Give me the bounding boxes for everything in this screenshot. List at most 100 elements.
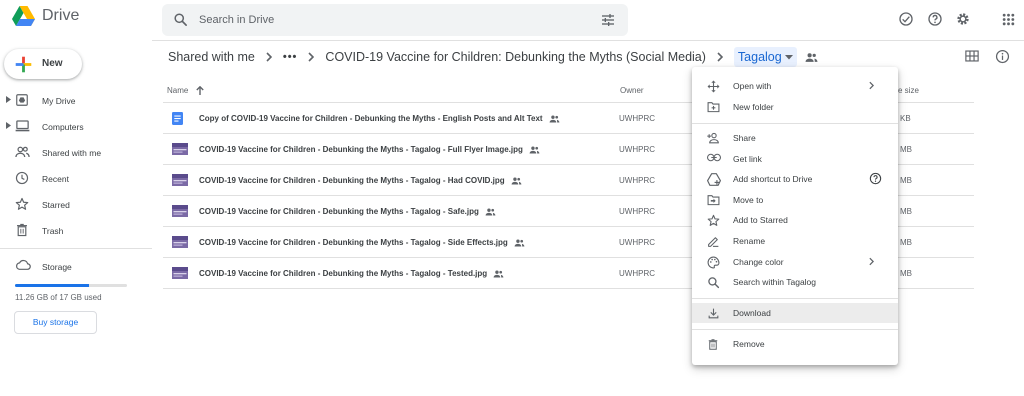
column-header-owner[interactable]: Owner [620, 86, 644, 95]
help-icon[interactable] [927, 11, 943, 27]
menu-item-label: Move to [733, 195, 764, 205]
chevron-right-icon [308, 52, 315, 62]
file-name-text: COVID-19 Vaccine for Children - Debunkin… [199, 176, 505, 185]
sidebar-divider [0, 248, 152, 249]
search-icon[interactable] [173, 12, 188, 27]
cloud-icon [15, 259, 31, 271]
pencil-icon [707, 235, 720, 248]
grid-view-icon[interactable] [965, 50, 979, 62]
breadcrumb-parent-folder[interactable]: COVID-19 Vaccine for Children: Debunking… [325, 50, 706, 64]
shared-icon [485, 208, 496, 216]
breadcrumb-current-folder[interactable]: Tagalog [733, 47, 797, 67]
settings-gear-icon[interactable] [955, 11, 971, 27]
shared-icon [514, 239, 525, 247]
menu-item-move-to[interactable]: Move to [692, 190, 898, 210]
column-header-name-label: Name [167, 86, 189, 95]
drive-logo[interactable]: Drive [12, 6, 79, 26]
buy-storage-button[interactable]: Buy storage [14, 311, 97, 334]
new-button-label: New [42, 58, 63, 69]
shared-icon [529, 146, 540, 154]
caret-right-icon[interactable] [6, 96, 11, 103]
menu-item-change-color[interactable]: Change color [692, 252, 898, 272]
chevron-right-icon [717, 52, 723, 62]
file-name-text: COVID-19 Vaccine for Children - Debunkin… [199, 238, 508, 247]
menu-item-search-within-tagalog[interactable]: Search within Tagalog [692, 272, 898, 292]
menu-divider [692, 329, 898, 330]
new-button[interactable]: New [4, 49, 82, 79]
caret-down-icon [784, 54, 793, 60]
new-folder-icon [707, 101, 720, 113]
menu-item-rename[interactable]: Rename [692, 231, 898, 251]
sidebar-item-label: Computers [42, 122, 84, 132]
menu-item-label: Download [733, 308, 771, 318]
offline-check-icon[interactable] [898, 11, 914, 27]
sidebar-item-shared-with-me[interactable]: Shared with me [0, 140, 150, 164]
current-folder-name: Tagalog [737, 50, 782, 64]
menu-item-label: Change color [733, 257, 784, 267]
menu-item-open-with[interactable]: Open with [692, 76, 898, 96]
file-owner: UWHPRC [619, 114, 655, 123]
file-owner: UWHPRC [619, 207, 655, 216]
sidebar-item-label: Recent [42, 174, 69, 184]
search-options-icon[interactable] [600, 12, 616, 28]
image-file-icon [172, 267, 188, 279]
info-icon[interactable] [995, 49, 1010, 64]
column-header-name[interactable]: Name [167, 86, 205, 95]
menu-item-label: Remove [733, 339, 765, 349]
chevron-right-icon [266, 52, 272, 62]
menu-item-label: Share [733, 133, 756, 143]
menu-item-download[interactable]: Download [692, 303, 898, 323]
storage-label[interactable]: Storage [42, 262, 72, 272]
sort-arrow-up-icon[interactable] [196, 86, 205, 95]
sidebar-item-recent[interactable]: Recent [0, 166, 150, 190]
menu-item-add-to-starred[interactable]: Add to Starred [692, 210, 898, 230]
column-header-size[interactable]: e size [898, 86, 919, 95]
image-file-icon [172, 205, 188, 217]
apps-grid-icon[interactable] [1002, 13, 1015, 26]
share-person-add-icon [707, 132, 721, 144]
sidebar-item-trash[interactable]: Trash [0, 218, 150, 242]
search-icon [707, 276, 720, 289]
people-icon [15, 145, 30, 159]
sidebar-item-starred[interactable]: Starred [0, 192, 150, 216]
image-file-icon [172, 143, 188, 155]
chevron-right-icon [869, 81, 874, 90]
menu-item-label: Get link [733, 154, 762, 164]
breadcrumb: Shared with me ••• COVID-19 Vaccine for … [168, 46, 818, 68]
file-size: MB [900, 207, 912, 216]
context-menu: Open with New folder Share Get link Add shor… [692, 67, 898, 365]
breadcrumb-shared-with-me[interactable]: Shared with me [168, 50, 255, 64]
file-name: COVID-19 Vaccine for Children - Debunkin… [199, 269, 504, 278]
menu-item-label: Open with [733, 81, 772, 91]
file-owner: UWHPRC [619, 238, 655, 247]
file-name: COVID-19 Vaccine for Children - Debunkin… [199, 145, 540, 154]
breadcrumb-more[interactable]: ••• [283, 51, 298, 63]
top-bar: Drive Search in Drive [0, 0, 1024, 40]
menu-item-new-folder[interactable]: New folder [692, 97, 898, 117]
sidebar-item-label: My Drive [42, 96, 76, 106]
trash-icon [15, 223, 29, 237]
help-icon[interactable] [869, 172, 882, 185]
sidebar-item-label: Starred [42, 200, 70, 210]
menu-item-label: Search within Tagalog [733, 277, 817, 287]
file-name-text: COVID-19 Vaccine for Children - Debunkin… [199, 269, 488, 278]
menu-item-add-shortcut-to-drive[interactable]: Add shortcut to Drive [692, 169, 898, 189]
image-file-icon [172, 174, 188, 186]
menu-item-get-link[interactable]: Get link [692, 149, 898, 169]
header-divider [152, 40, 1024, 41]
sidebar-item-my-drive[interactable]: My Drive [0, 88, 150, 112]
search-input[interactable]: Search in Drive [199, 14, 274, 26]
caret-right-icon[interactable] [6, 122, 11, 129]
move-to-icon [707, 194, 720, 206]
menu-item-remove[interactable]: Remove [692, 334, 898, 354]
file-name: COVID-19 Vaccine for Children - Debunkin… [199, 238, 525, 247]
menu-item-share[interactable]: Share [692, 128, 898, 148]
file-owner: UWHPRC [619, 269, 655, 278]
file-name: Copy of COVID-19 Vaccine for Children - … [199, 114, 560, 123]
menu-item-label: Add to Starred [733, 215, 788, 225]
storage-used-text: 11.26 GB of 17 GB used [15, 293, 102, 302]
search-bar[interactable]: Search in Drive [162, 4, 628, 36]
file-name-text: COVID-19 Vaccine for Children - Debunkin… [199, 207, 479, 216]
sidebar-item-computers[interactable]: Computers [0, 114, 150, 138]
file-name-text: Copy of COVID-19 Vaccine for Children - … [199, 114, 543, 123]
